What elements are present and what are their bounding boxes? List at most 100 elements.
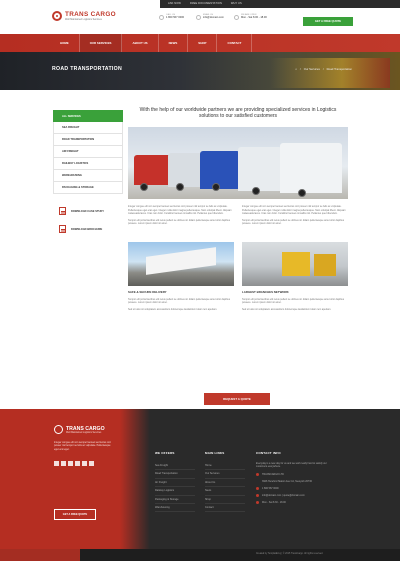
footer-contact-text: Everyday is a new day for us and we work… [256, 462, 327, 469]
feature-largest-network: LARGEST BRANCHES NETWORK Tempor elit por… [242, 242, 348, 314]
footer-main-link[interactable]: About Us [205, 479, 245, 488]
call-value: 1 800 567 0000 [166, 16, 185, 19]
wheel [176, 183, 184, 192]
wheel [252, 187, 260, 196]
trailer-shape [146, 247, 216, 276]
rss-icon[interactable] [89, 461, 94, 466]
mail-icon [196, 15, 201, 20]
nav-contact[interactable]: CONTACT [217, 34, 253, 52]
request-quote-button[interactable]: REQUEST A QUOTE [204, 393, 270, 405]
sidebar-item-warehousing[interactable]: WAREHOUSING [53, 170, 123, 182]
download-brochure-label: DOWNLOAD BROCHURE [71, 227, 103, 231]
clock-icon [234, 15, 239, 20]
google-plus-icon[interactable] [68, 461, 73, 466]
paragraph: Integer congue elit non semper laoreet s… [128, 205, 232, 216]
top-link-why[interactable]: WHY US [231, 2, 242, 5]
footer-main-link[interactable]: News [205, 487, 245, 496]
contact-email[interactable]: info@domain.com | quote@domain.com [262, 494, 305, 497]
footer-offer-link[interactable]: Warehousing [155, 504, 195, 513]
footer-offer-link[interactable]: Railway Logistics [155, 487, 195, 496]
sidebar-item-all-services[interactable]: ALL SERVICES [53, 110, 123, 122]
sidebar-item-air-freight[interactable]: AIR FREIGHT [53, 146, 123, 158]
sidebar-item-road-transportation[interactable]: ROAD TRANSPORTATION [53, 134, 123, 146]
contact-email-row: info@domain.com | quote@domain.com [256, 493, 336, 497]
sidebar-item-packaging-storage[interactable]: PACKAGING & STORAGE [53, 182, 123, 194]
footer-main-link[interactable]: Home [205, 462, 245, 471]
footer-contact-title: CONTACT INFO [256, 451, 281, 455]
footer-main-links: MAIN LINKS Home Our Services About Us Ne… [205, 451, 245, 513]
mail-value[interactable]: info@domain.com [203, 16, 224, 19]
main-content: With the help of our worldwide partners … [128, 105, 348, 314]
logo[interactable]: TRANS CARGO Well Maintained Logistics Se… [52, 11, 116, 21]
nav-about-us[interactable]: ABOUT US [122, 34, 159, 52]
footer: TRANS CARGO Well Maintained Logistics Se… [0, 409, 400, 549]
copyright-bar: Created by TemplatEnvy | © 2015 TransCar… [0, 549, 400, 561]
top-strip: ASK NOW FREE DOCUMENTATION WHY US [0, 0, 400, 8]
page-banner: ROAD TRANSPORTATION ⌂ / Our Services / R… [0, 52, 400, 90]
logo-tagline: Well Maintained Logistics Services [65, 18, 102, 21]
yellow-truck-shape [282, 252, 310, 277]
breadcrumb-current: Road Transportation [326, 67, 352, 71]
footer-main-link[interactable]: Our Services [205, 470, 245, 479]
header-hours: WE ARE OPEN Mon - Sat 8.00 - 18.00 [241, 14, 267, 19]
contact-company-row: TRANSCARGO LTD [256, 472, 336, 476]
footer-offer-link[interactable]: Packaging & Storage [155, 496, 195, 504]
breadcrumb: ⌂ / Our Services / Road Transportation [295, 67, 352, 71]
contact-address: 3926 Hereford Station Ave CA, Newyork 20… [262, 479, 312, 483]
copyright-red-panel [0, 549, 80, 561]
nav-home[interactable]: HOME [50, 34, 80, 52]
yellow-truck-shape-2 [314, 254, 336, 277]
footer-quote-button[interactable]: GET A FREE QUOTE [54, 509, 96, 520]
twitter-icon[interactable] [61, 461, 66, 466]
footer-offer-link[interactable]: Sea Freight [155, 462, 195, 471]
pdf-icon [59, 225, 66, 233]
sidebar-item-railway-logistics[interactable]: RAILWAY LOGISTICS [53, 158, 123, 170]
top-link-ask[interactable]: ASK NOW [168, 2, 181, 5]
youtube-icon[interactable] [82, 461, 87, 466]
top-link-docs[interactable]: FREE DOCUMENTATION [190, 2, 222, 5]
feature-image-trucks-yellow [242, 242, 348, 287]
contact-phone-row: 1 800 567 0000 [256, 486, 336, 490]
feature-image-truck [128, 242, 234, 287]
home-icon[interactable]: ⌂ [295, 67, 297, 71]
phone-icon [256, 486, 259, 490]
paragraph: Sed ut iusto sit voluptatem accusantium … [128, 307, 218, 311]
truck-red [134, 155, 172, 186]
facebook-icon[interactable] [54, 461, 59, 466]
footer-description: Integer congue elit non semper laoreet s… [54, 441, 111, 451]
sidebar-item-sea-freight[interactable]: SEA FREIGHT [53, 122, 123, 134]
nav-shop[interactable]: SHOP [188, 34, 218, 52]
text-col-right: Integer congue elit non semper laoreet s… [242, 205, 348, 228]
footer-logo-tagline: Well Maintained Logistics Services [66, 431, 102, 434]
download-brochure[interactable]: DOWNLOAD BROCHURE [53, 222, 123, 236]
contact-company: TRANSCARGO LTD [262, 472, 284, 476]
clock-icon [256, 500, 259, 504]
truck-blue [200, 151, 240, 190]
linkedin-icon[interactable] [75, 461, 80, 466]
logo-name: TRANS CARGO [65, 11, 116, 18]
hero-image-trucks [128, 127, 348, 200]
contact-address-row: 3926 Hereford Station Ave CA, Newyork 20… [256, 480, 336, 483]
footer-logo[interactable]: TRANS CARGO Well Maintained Logistics Se… [54, 425, 105, 434]
footer-offer-link[interactable]: Air Freight [155, 479, 195, 488]
header: TRANS CARGO Well Maintained Logistics Se… [0, 8, 400, 34]
breadcrumb-services[interactable]: Our Services [304, 67, 320, 71]
footer-links-title: MAIN LINKS [205, 451, 225, 455]
footer-offers: WE OFFERS Sea Freight Road Transportatio… [155, 451, 195, 513]
header-quote-button[interactable]: GET A FREE QUOTE [303, 17, 353, 26]
phone-icon [159, 15, 164, 20]
nav-news[interactable]: NEWS [159, 34, 189, 52]
page-title: ROAD TRANSPORTATION [52, 66, 123, 72]
footer-main-link[interactable]: Shop [205, 496, 245, 504]
footer-offer-link[interactable]: Road Transportation [155, 470, 195, 479]
feature-title: SAFE & SECURE DELIVERY [128, 290, 167, 295]
footer-logo-name: TRANS CARGO [66, 425, 105, 432]
copyright-text: Created by TemplatEnvy | © 2015 TransCar… [256, 553, 324, 555]
nav-our-services[interactable]: OUR SERVICES [79, 34, 123, 52]
feature-safe-delivery: SAFE & SECURE DELIVERY Tempor elit porta… [128, 242, 234, 314]
footer-main-link[interactable]: Contact [205, 504, 245, 513]
download-case-study[interactable]: DOWNLOAD CASE STUDY [53, 204, 123, 218]
logo-mark-icon [52, 11, 62, 21]
footer-contact: CONTACT INFO Everyday is a new day for u… [256, 451, 336, 504]
paragraph: Tempor elit porta faucibus elit netus pe… [242, 218, 345, 226]
